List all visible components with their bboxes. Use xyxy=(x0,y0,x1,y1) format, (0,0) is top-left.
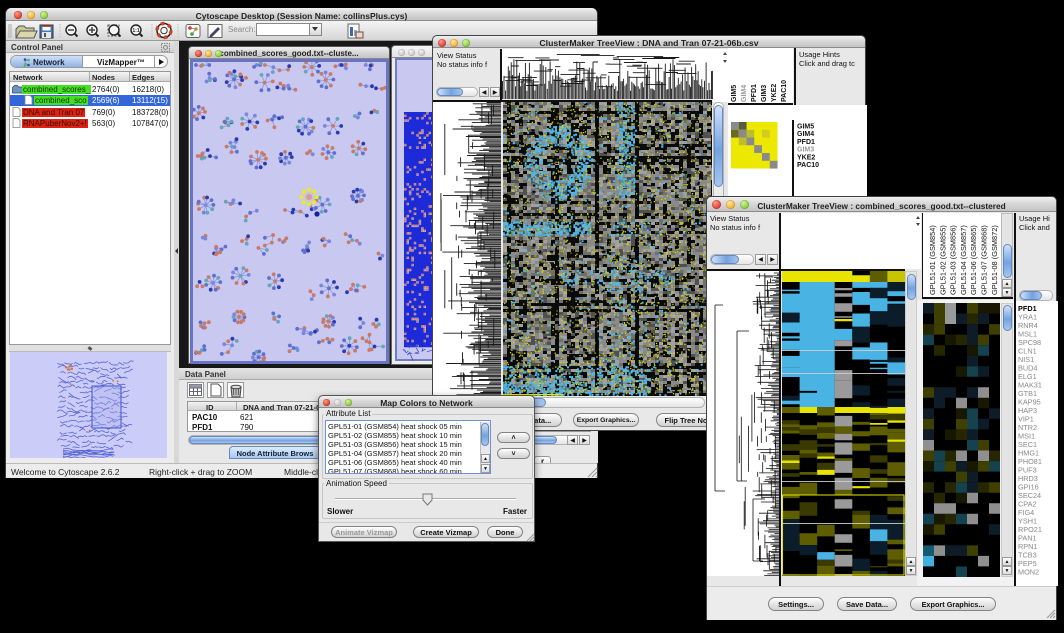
svg-text:1:1: 1:1 xyxy=(132,28,139,34)
svg-text:YKE2: YKE2 xyxy=(771,84,778,102)
svg-text:GIM5: GIM5 xyxy=(797,124,814,131)
svg-text:GPL51-08 (GSM872): GPL51-08 (GSM872) xyxy=(990,225,999,295)
svg-text:GPL51-06 (GSM865): GPL51-06 (GSM865) xyxy=(969,225,978,295)
svg-text:GPL51-02 (GSM855): GPL51-02 (GSM855) xyxy=(938,225,947,295)
svg-text:PFD1: PFD1 xyxy=(797,139,815,146)
svg-text:YKE2: YKE2 xyxy=(797,154,815,161)
svg-text:GPL51-03 (GSM856): GPL51-03 (GSM856) xyxy=(949,225,958,295)
svg-text:GPL51-01 (GSM854): GPL51-01 (GSM854) xyxy=(928,225,937,295)
svg-text:GPL51-04 (GSM857): GPL51-04 (GSM857) xyxy=(959,225,968,295)
svg-text:PAC10: PAC10 xyxy=(781,80,788,102)
svg-text:PFD1: PFD1 xyxy=(751,84,758,102)
svg-text:GIM4: GIM4 xyxy=(797,131,814,138)
svg-text:GIM3: GIM3 xyxy=(797,147,814,154)
svg-text:GIM3: GIM3 xyxy=(761,85,768,102)
svg-text:PAC10: PAC10 xyxy=(797,162,819,169)
svg-text:GIM5: GIM5 xyxy=(731,85,738,102)
svg-text:MON2: MON2 xyxy=(1018,568,1039,577)
svg-text:GIM4: GIM4 xyxy=(741,85,748,102)
svg-text:GPL51-07 (GSM868): GPL51-07 (GSM868) xyxy=(980,225,989,295)
